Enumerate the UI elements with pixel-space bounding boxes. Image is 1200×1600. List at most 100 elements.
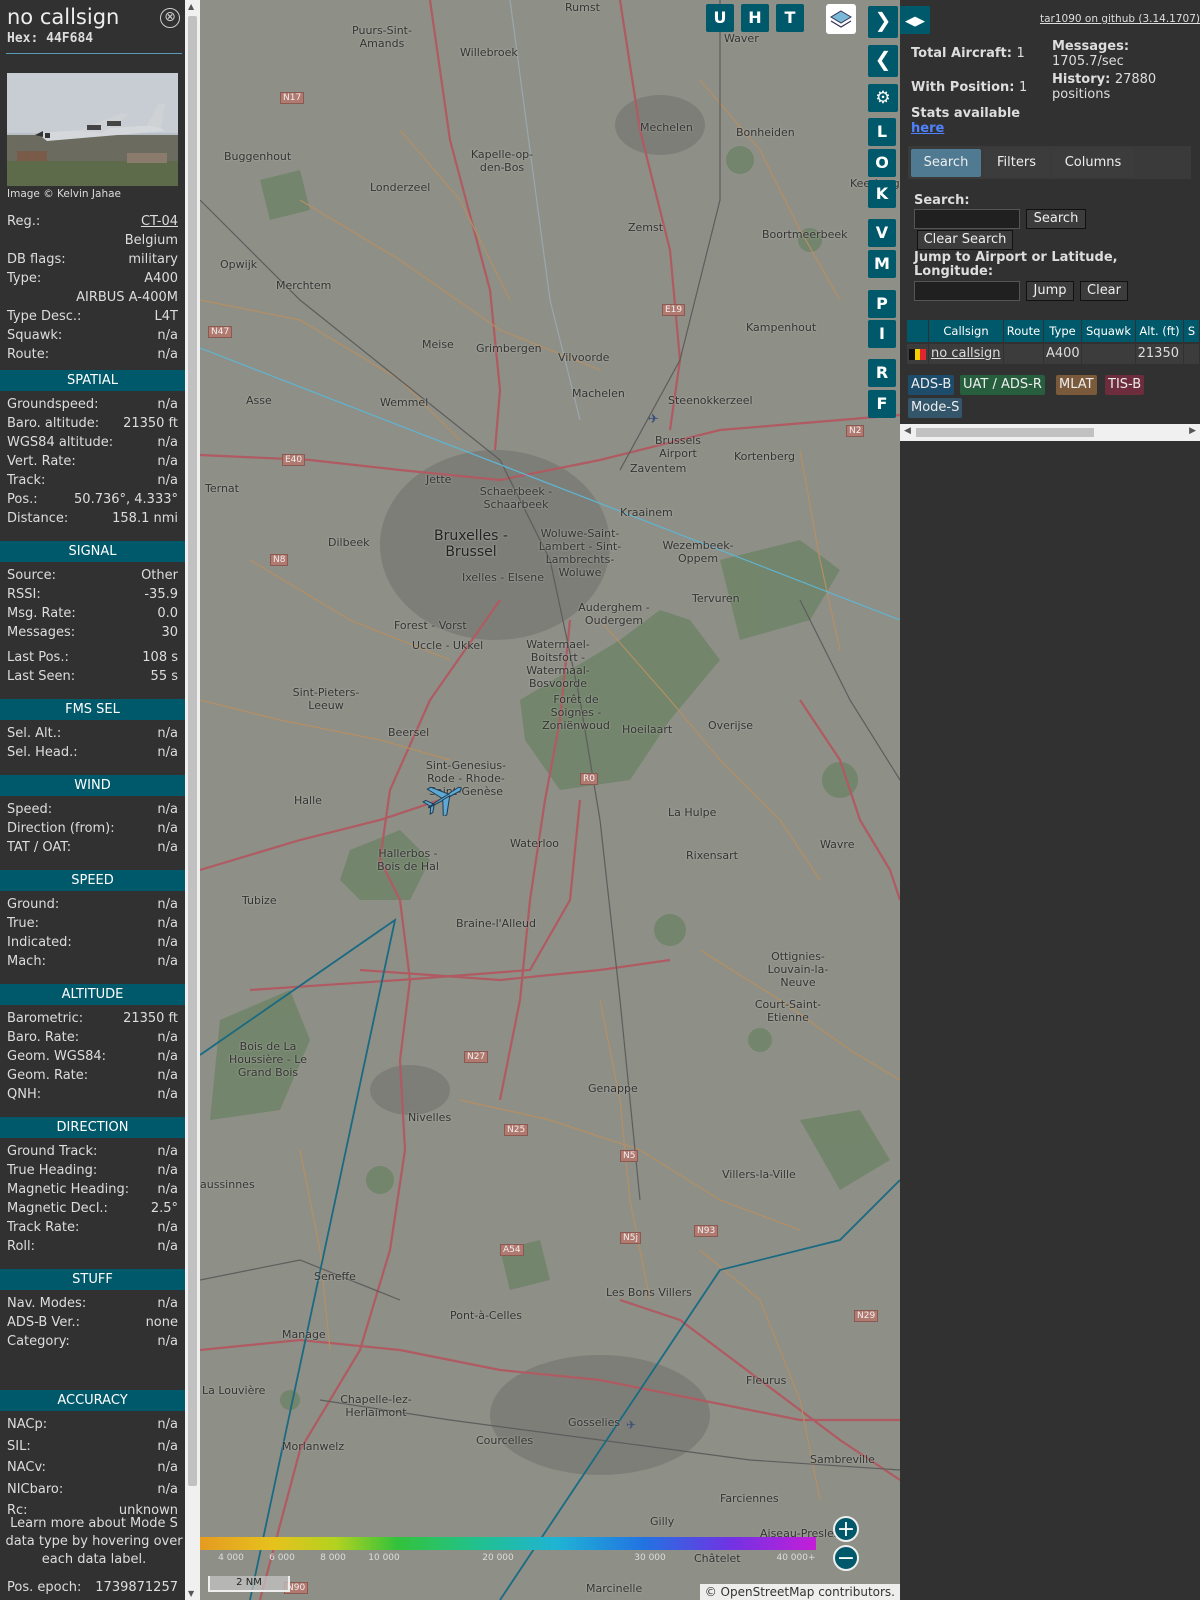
map-toggle-o-button[interactable]: O xyxy=(868,149,896,177)
info-label[interactable]: DB flags: xyxy=(7,252,66,267)
scroll-right-icon[interactable]: ▶ xyxy=(1189,426,1196,436)
info-label[interactable]: Last Pos.: xyxy=(7,650,69,665)
table-header-altitude[interactable]: Alt. (ft) xyxy=(1136,320,1184,342)
info-label[interactable]: Track Rate: xyxy=(7,1220,79,1235)
info-label[interactable]: Indicated: xyxy=(7,935,72,950)
registration-link[interactable]: CT-04 xyxy=(141,214,178,229)
info-label[interactable]: Pos.: xyxy=(7,492,38,507)
source-badge-mode-s[interactable]: Mode-S xyxy=(908,398,963,418)
zoom-in-button[interactable]: + xyxy=(833,1516,859,1542)
toggle-h-button[interactable]: H xyxy=(741,4,769,32)
toggle-sidebar-button[interactable]: ◀▶ xyxy=(900,6,930,34)
info-label[interactable]: Nav. Modes: xyxy=(7,1296,86,1311)
info-label[interactable]: Baro. altitude: xyxy=(7,416,99,431)
search-button[interactable]: Search xyxy=(1026,209,1086,229)
info-label[interactable]: Pos. epoch: xyxy=(7,1580,81,1595)
info-label[interactable]: Speed: xyxy=(7,802,52,817)
info-label[interactable]: Magnetic Heading: xyxy=(7,1182,129,1197)
info-label[interactable]: Mach: xyxy=(7,954,46,969)
zoom-out-button[interactable]: − xyxy=(833,1545,859,1571)
toggle-t-button[interactable]: T xyxy=(776,4,804,32)
search-input[interactable] xyxy=(914,209,1020,229)
info-label[interactable]: Direction (from): xyxy=(7,821,115,836)
callsign-cell[interactable]: no callsign xyxy=(929,344,1004,364)
scroll-left-icon[interactable]: ◀ xyxy=(904,426,911,436)
map-toggle-i-button[interactable]: I xyxy=(868,320,896,348)
source-badge-tis-b[interactable]: TIS-B xyxy=(1105,375,1145,395)
info-label[interactable]: Ground: xyxy=(7,897,59,912)
info-label[interactable]: WGS84 altitude: xyxy=(7,435,113,450)
github-link[interactable]: tar1090 on github (3.14.1707) xyxy=(1040,13,1200,25)
info-label[interactable]: Msg. Rate: xyxy=(7,606,76,621)
callsign-link[interactable]: no callsign xyxy=(931,346,1001,361)
map-toggle-l-button[interactable]: L xyxy=(868,118,896,146)
tab-columns[interactable]: Columns xyxy=(1052,149,1134,177)
clear-button[interactable]: Clear xyxy=(1080,281,1128,301)
source-badge-mlat[interactable]: MLAT xyxy=(1056,375,1097,395)
info-label[interactable]: Distance: xyxy=(7,511,68,526)
map-toggle-k-button[interactable]: K xyxy=(868,180,896,208)
info-label[interactable]: Type Desc.: xyxy=(7,309,81,324)
jump-button[interactable]: Jump xyxy=(1026,281,1074,301)
info-label[interactable]: RSSI: xyxy=(7,587,41,602)
scroll-down-icon[interactable]: ▼ xyxy=(188,1589,194,1598)
aircraft-photo[interactable] xyxy=(7,73,178,186)
toggle-u-button[interactable]: U xyxy=(706,4,734,32)
info-label[interactable]: Sel. Alt.: xyxy=(7,726,61,741)
clear-search-button[interactable]: Clear Search xyxy=(917,230,1013,250)
map-toggle-v-button[interactable]: V xyxy=(868,219,896,247)
layers-button[interactable] xyxy=(826,4,856,34)
info-label[interactable]: Barometric: xyxy=(7,1011,83,1026)
info-label[interactable]: NACv: xyxy=(7,1460,46,1475)
map-attribution[interactable]: © OpenStreetMap contributors. xyxy=(699,1584,900,1600)
map-toggle-f-button[interactable]: F xyxy=(868,390,896,418)
table-header-route[interactable]: Route xyxy=(1004,320,1044,342)
info-label[interactable]: Vert. Rate: xyxy=(7,454,76,469)
info-label[interactable]: Track: xyxy=(7,473,45,488)
info-label[interactable]: Geom. Rate: xyxy=(7,1068,88,1083)
info-label[interactable]: Route: xyxy=(7,347,49,362)
table-header-squawk[interactable]: Squawk xyxy=(1082,320,1136,342)
info-label[interactable]: Ground Track: xyxy=(7,1144,97,1159)
info-label[interactable]: True: xyxy=(7,916,39,931)
table-header-type[interactable]: Type xyxy=(1044,320,1082,342)
close-icon[interactable]: ⊗ xyxy=(160,8,180,28)
tab-search[interactable]: Search xyxy=(911,149,981,177)
table-horizontal-scrollbar[interactable]: ◀ ▶ xyxy=(900,424,1200,441)
info-label[interactable]: QNH: xyxy=(7,1087,41,1102)
info-label[interactable]: Last Seen: xyxy=(7,669,75,684)
scroll-thumb[interactable] xyxy=(916,428,1094,437)
info-label[interactable]: Roll: xyxy=(7,1239,35,1254)
table-header-speed[interactable]: S xyxy=(1184,320,1200,342)
map-toggle-p-button[interactable]: P xyxy=(868,290,896,318)
table-header-callsign[interactable]: Callsign xyxy=(929,320,1004,342)
info-label[interactable]: TAT / OAT: xyxy=(7,840,71,855)
source-badge-uat-ads-r[interactable]: UAT / ADS-R xyxy=(960,375,1045,395)
info-label[interactable]: Magnetic Decl.: xyxy=(7,1201,108,1216)
info-label[interactable]: ADS-B Ver.: xyxy=(7,1315,80,1330)
stats-link[interactable]: here xyxy=(911,121,944,136)
aircraft-marker-icon[interactable] xyxy=(422,780,466,816)
jump-input[interactable] xyxy=(914,281,1020,301)
info-label[interactable]: True Heading: xyxy=(7,1163,97,1178)
info-label[interactable]: Reg.: xyxy=(7,214,40,229)
map-toggle-m-button[interactable]: M xyxy=(868,250,896,278)
info-label[interactable]: Geom. WGS84: xyxy=(7,1049,106,1064)
info-label[interactable]: Sel. Head.: xyxy=(7,745,78,760)
info-label[interactable]: Groundspeed: xyxy=(7,397,98,412)
info-label[interactable]: Source: xyxy=(7,568,56,583)
info-label[interactable]: SIL: xyxy=(7,1439,31,1454)
source-badge-ads-b[interactable]: ADS-B xyxy=(908,375,955,395)
info-scrollbar[interactable]: ▲ ▼ xyxy=(185,0,200,1600)
info-label[interactable]: Messages: xyxy=(7,625,75,640)
info-label[interactable]: Type: xyxy=(7,271,41,286)
map-view[interactable]: Rumst Waver Puurs-Sint-Amands Willebroek Mec… xyxy=(200,0,900,1600)
info-label[interactable]: NACp: xyxy=(7,1417,47,1432)
scroll-up-icon[interactable]: ▲ xyxy=(188,2,194,11)
collapse-left-button[interactable]: ❮ xyxy=(868,45,898,77)
map-toggle-r-button[interactable]: R xyxy=(868,359,896,387)
scroll-thumb[interactable] xyxy=(188,16,197,1486)
settings-button[interactable]: ⚙ xyxy=(868,84,898,112)
info-label[interactable]: NICbaro: xyxy=(7,1482,63,1497)
expand-right-button[interactable]: ❯ xyxy=(868,6,898,38)
